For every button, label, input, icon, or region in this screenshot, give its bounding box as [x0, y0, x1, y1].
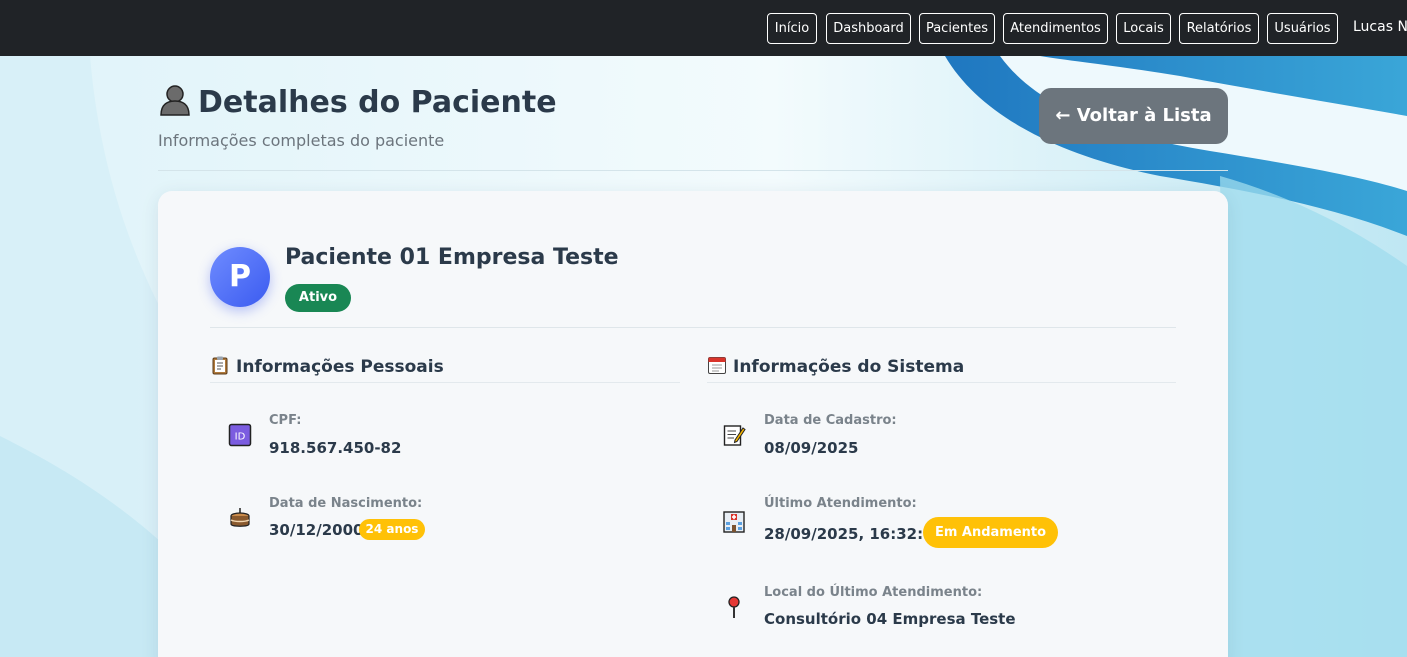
nav-inicio-button[interactable]: Início — [767, 13, 817, 44]
system-info-title-text: Informações do Sistema — [733, 357, 965, 377]
calendar-icon — [707, 355, 727, 375]
cake-icon — [228, 506, 252, 530]
back-to-list-button[interactable]: ← Voltar à Lista — [1039, 88, 1228, 144]
personal-info-title: Informações Pessoais — [210, 355, 444, 377]
patient-name: Paciente 01 Empresa Teste — [285, 245, 619, 270]
age-badge: 24 anos — [359, 519, 425, 540]
pushpin-icon — [722, 595, 746, 619]
avatar: P — [210, 247, 270, 307]
cpf-label: CPF: — [269, 413, 302, 428]
last-location-label: Local do Último Atendimento: — [764, 585, 983, 600]
cpf-value: 918.567.450-82 — [269, 439, 402, 457]
created-date-label: Data de Cadastro: — [764, 413, 897, 428]
last-attendance-value: 28/09/2025, 16:32:00 — [764, 525, 944, 543]
person-icon — [158, 82, 192, 116]
top-navbar: Início Dashboard Pacientes Atendimentos … — [0, 0, 1407, 56]
created-date-value: 08/09/2025 — [764, 439, 859, 457]
nav-usuarios-button[interactable]: Usuários — [1267, 13, 1338, 44]
page-title: Detalhes do Paciente — [158, 82, 557, 120]
personal-info-title-text: Informações Pessoais — [236, 357, 444, 377]
birth-date-value: 30/12/2000 — [269, 521, 364, 539]
system-info-title: Informações do Sistema — [707, 355, 964, 377]
memo-icon — [722, 423, 746, 447]
hospital-icon — [722, 509, 746, 533]
birth-date-label: Data de Nascimento: — [269, 496, 423, 511]
personal-info-divider — [210, 382, 680, 383]
clipboard-icon — [210, 355, 230, 375]
last-attendance-label: Último Atendimento: — [764, 496, 917, 511]
header-divider — [158, 170, 1228, 171]
svg-text:ID: ID — [235, 432, 246, 443]
nav-atendimentos-button[interactable]: Atendimentos — [1003, 13, 1108, 44]
card-divider — [210, 327, 1176, 328]
nav-locais-button[interactable]: Locais — [1116, 13, 1171, 44]
system-info-divider — [707, 382, 1176, 383]
nav-dashboard-button[interactable]: Dashboard — [826, 13, 911, 44]
patient-details-card: P Paciente 01 Empresa Teste Ativo Inform… — [158, 191, 1228, 657]
last-location-value: Consultório 04 Empresa Teste — [764, 610, 1016, 628]
nav-pacientes-button[interactable]: Pacientes — [919, 13, 995, 44]
attendance-status-badge: Em Andamento — [923, 517, 1058, 548]
page-subtitle: Informações completas do paciente — [158, 131, 445, 150]
status-badge: Ativo — [285, 284, 351, 312]
user-name[interactable]: Lucas N — [1353, 19, 1407, 35]
id-icon: ID — [228, 423, 252, 447]
nav-relatorios-button[interactable]: Relatórios — [1179, 13, 1259, 44]
page-title-text: Detalhes do Paciente — [198, 85, 557, 120]
